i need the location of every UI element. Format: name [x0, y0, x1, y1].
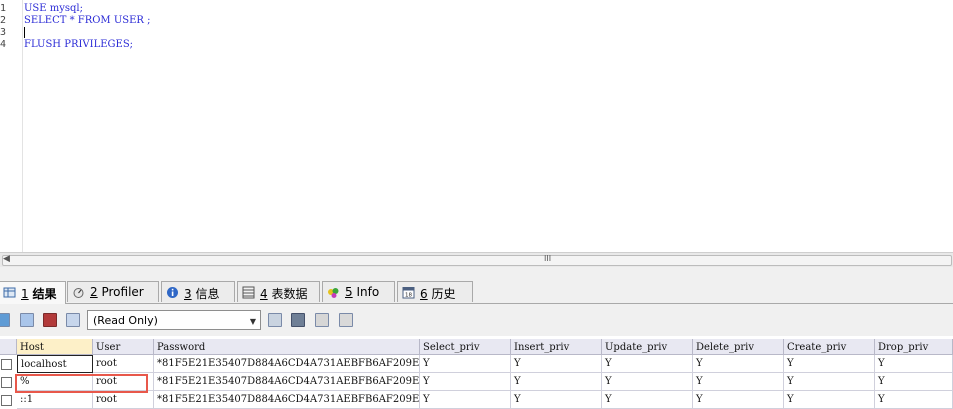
table-cell[interactable]: Y [784, 355, 875, 373]
tab-number: 5 [345, 285, 353, 299]
tab-results[interactable]: 1 结果 [0, 281, 66, 304]
column-header[interactable]: User [93, 339, 154, 355]
table-cell[interactable]: *81F5E21E35407D884A6CD4A731AEBFB6AF209E1… [154, 373, 420, 391]
tab-table-data[interactable]: 4 表数据 [237, 281, 320, 302]
tab-number: 2 [90, 285, 98, 299]
sql-editor[interactable]: 1 2 3 4 USE mysql; SELECT * FROM USER ; … [0, 0, 953, 252]
column-header[interactable]: Password [154, 339, 420, 355]
table-cell[interactable]: Y [602, 355, 693, 373]
line-number: 3 [0, 27, 7, 38]
table-cell[interactable]: Y [420, 391, 511, 409]
table-cell[interactable]: ::1 [17, 391, 93, 409]
tab-number: 1 [21, 287, 29, 301]
line-number-gutter: 1 2 3 4 [0, 0, 23, 252]
line-number: 4 [0, 39, 7, 50]
calendar-badge: 18 [405, 293, 412, 299]
scrollbar-grip-icon: III [544, 254, 552, 263]
row-checkbox[interactable] [1, 359, 12, 370]
column-header[interactable]: Drop_priv [875, 339, 953, 355]
table-cell[interactable]: Y [511, 355, 602, 373]
column-header[interactable]: Select_priv [420, 339, 511, 355]
table-cell[interactable]: Y [693, 355, 784, 373]
table-cell[interactable]: root [93, 391, 154, 409]
refresh-grid-icon[interactable] [66, 313, 80, 327]
edit-mode-value: (Read Only) [93, 314, 158, 327]
table-cell[interactable]: Y [784, 373, 875, 391]
cancel-changes-icon[interactable] [315, 313, 329, 327]
tab-profiler[interactable]: 2 Profiler [67, 281, 159, 302]
table-cell[interactable]: localhost [17, 355, 93, 373]
column-header[interactable]: Insert_priv [511, 339, 602, 355]
edit-mode-select[interactable]: (Read Only) ▼ [87, 310, 261, 330]
row-selector-header [0, 339, 17, 355]
tab-number: 3 [184, 287, 192, 301]
table-cell[interactable]: Y [420, 373, 511, 391]
column-header[interactable]: Update_priv [602, 339, 693, 355]
profiler-icon [73, 288, 84, 298]
tab-number: 4 [260, 287, 268, 301]
row-checkbox[interactable] [1, 377, 12, 388]
table-cell[interactable]: Y [693, 373, 784, 391]
table-cell[interactable]: Y [693, 391, 784, 409]
table-cell[interactable]: Y [511, 391, 602, 409]
tab-label: 表数据 [271, 287, 308, 301]
tab-label: Info [356, 285, 380, 299]
chevron-down-icon[interactable]: ▼ [250, 317, 256, 326]
info-shapes-icon [328, 288, 339, 298]
table-cell[interactable]: Y [875, 391, 953, 409]
table-cell[interactable]: *81F5E21E35407D884A6CD4A731AEBFB6AF209E1… [154, 355, 420, 373]
export-icon[interactable] [339, 313, 353, 327]
tab-label: 信息 [195, 287, 220, 301]
info-icon [167, 287, 178, 298]
column-header[interactable]: Host [17, 339, 93, 355]
pane-splitter[interactable] [0, 267, 953, 281]
disk-save-icon[interactable] [291, 313, 305, 327]
text-caret [24, 27, 25, 38]
grid-view-icon[interactable] [0, 313, 10, 327]
tab-label: Profiler [101, 285, 144, 299]
table-cell[interactable]: Y [602, 391, 693, 409]
result-tabs: 1 结果 2 Profiler 3 信息 4 表数据 5 Info 18 6 历… [0, 281, 953, 304]
scrollbar-thumb[interactable] [2, 255, 952, 266]
tab-history[interactable]: 18 6 历史 [397, 281, 473, 302]
table-cell[interactable]: root [93, 355, 154, 373]
delete-row-icon[interactable] [43, 313, 57, 327]
column-header[interactable]: Create_priv [784, 339, 875, 355]
code-line[interactable]: SELECT * FROM USER ; [24, 15, 151, 27]
history-calendar-icon: 18 [402, 287, 415, 299]
column-header[interactable]: Delete_priv [693, 339, 784, 355]
table-cell[interactable]: Y [420, 355, 511, 373]
scroll-left-arrow-icon[interactable]: ◀ [3, 254, 10, 264]
add-row-icon[interactable] [20, 313, 34, 327]
table-cell[interactable]: Y [875, 373, 953, 391]
code-line[interactable]: USE mysql; [24, 3, 83, 15]
table-cell[interactable]: *81F5E21E35407D884A6CD4A731AEBFB6AF209E1… [154, 391, 420, 409]
tab-info[interactable]: 5 Info [322, 281, 395, 302]
table-cell[interactable]: Y [784, 391, 875, 409]
horizontal-scrollbar[interactable]: ◀ III [0, 252, 953, 268]
tab-label: 历史 [431, 287, 456, 301]
line-number: 1 [0, 3, 7, 14]
table-data-icon [242, 286, 255, 299]
code-line[interactable]: FLUSH PRIVILEGES; [24, 39, 133, 51]
tab-messages[interactable]: 3 信息 [161, 281, 235, 302]
table-cell[interactable]: Y [602, 373, 693, 391]
tab-number: 6 [420, 287, 428, 301]
grid-result-icon [3, 287, 16, 298]
highlight-annotation [15, 374, 148, 393]
table-cell[interactable]: Y [511, 373, 602, 391]
table-cell[interactable]: Y [875, 355, 953, 373]
tab-label: 结果 [32, 287, 57, 301]
save-changes-icon[interactable] [268, 313, 282, 327]
line-number: 2 [0, 15, 7, 26]
